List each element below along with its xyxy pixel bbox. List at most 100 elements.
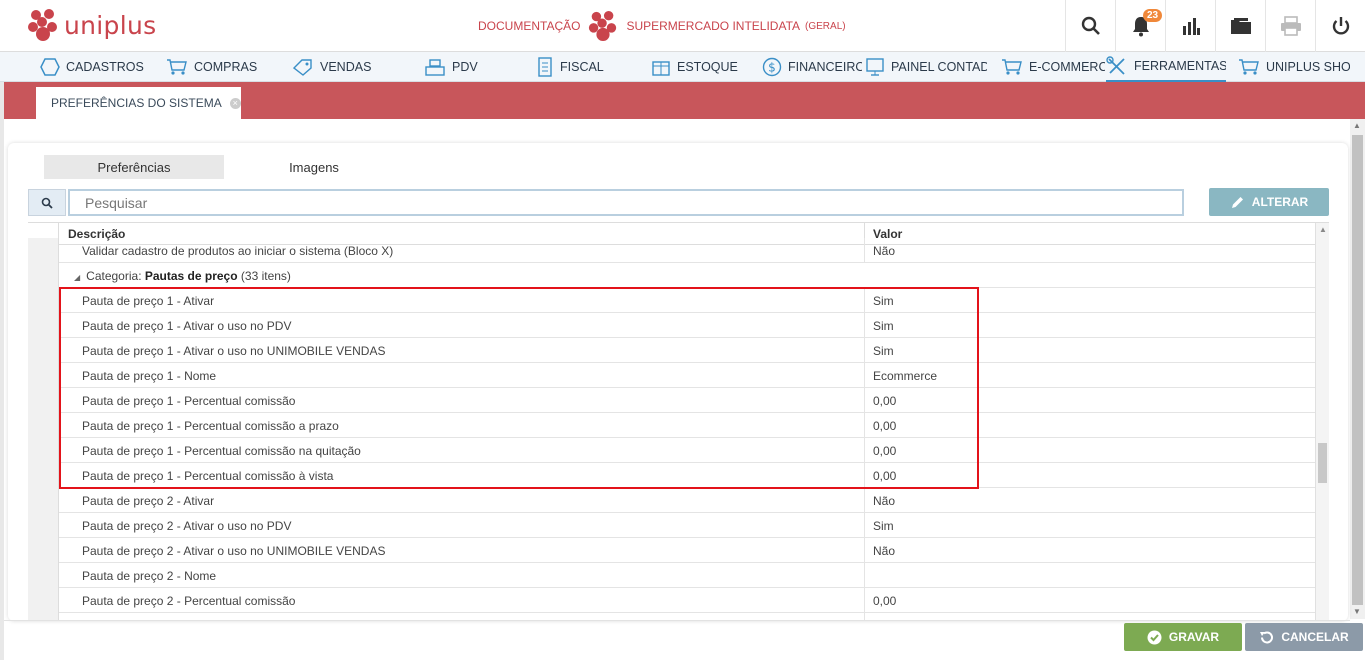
page-scroll-thumb[interactable] — [1352, 135, 1363, 605]
logout-button[interactable] — [1315, 0, 1365, 52]
close-icon[interactable]: × — [229, 97, 241, 109]
grid-scroll-thumb[interactable] — [1318, 443, 1327, 483]
grid-scrollbar[interactable]: ▲ — [1315, 223, 1329, 620]
table-row[interactable]: Pauta de preço 2 - Ativar o uso no UNIMO… — [28, 538, 1315, 563]
row-selector[interactable] — [28, 563, 59, 588]
row-value: Não — [873, 244, 896, 258]
table-row[interactable]: Pauta de preço 1 - Percentual comissão à… — [28, 463, 1315, 488]
nav-financeiro[interactable]: $ FINANCEIRO — [762, 52, 862, 82]
row-selector[interactable] — [28, 413, 59, 438]
row-value: Ecommerce — [873, 369, 938, 383]
row-value: 0,00 — [873, 419, 897, 433]
table-row[interactable]: Validar cadastro de produtos ao iniciar … — [28, 238, 1315, 263]
reports-button[interactable] — [1165, 0, 1215, 52]
subtab-preferencias[interactable]: Preferências — [44, 155, 224, 179]
uniplus-logo[interactable]: uniplus — [28, 8, 156, 42]
nav-label: VENDAS — [320, 60, 372, 74]
row-value: 0,00 — [873, 594, 897, 608]
nav-estoque[interactable]: ESTOQUE — [651, 52, 753, 82]
row-selector[interactable] — [28, 338, 59, 363]
hexagon-icon — [40, 58, 60, 76]
table-row[interactable]: Pauta de preço 2 - Nome — [28, 563, 1315, 588]
row-value: Não — [873, 544, 896, 558]
cart-icon — [167, 59, 187, 75]
table-row[interactable]: Pauta de preço 2 - Ativar o uso no PDV Si… — [28, 513, 1315, 538]
nav-painel-contador[interactable]: PAINEL CONTADOR — [865, 52, 987, 82]
row-selector[interactable] — [28, 513, 59, 538]
row-selector[interactable] — [28, 613, 59, 620]
column-divider — [864, 338, 865, 363]
group-label: ◢ Categoria: Pautas de preço (33 itens) — [74, 269, 291, 283]
row-selector[interactable] — [28, 288, 59, 313]
scroll-up-icon[interactable]: ▲ — [1353, 121, 1361, 130]
print-button[interactable] — [1265, 0, 1315, 52]
company-name[interactable]: SUPERMERCADO INTELIDATA — [626, 19, 800, 33]
row-value: Sim — [873, 344, 894, 358]
table-row[interactable]: Pauta de preço 2 - Percentual comissão 0,… — [28, 588, 1315, 613]
gravar-button[interactable]: GRAVAR — [1124, 623, 1242, 651]
row-selector[interactable] — [28, 388, 59, 413]
files-button[interactable] — [1215, 0, 1265, 52]
table-row[interactable]: Pauta de preço 1 - Ativar o uso no UNIMO… — [28, 338, 1315, 363]
notifications-button[interactable]: 23 — [1115, 0, 1165, 52]
scroll-up-icon[interactable]: ▲ — [1319, 225, 1327, 234]
document-icon — [538, 57, 552, 77]
row-selector[interactable] — [28, 238, 59, 263]
group-name: Pautas de preço — [144, 269, 238, 283]
nav-fiscal[interactable]: FISCAL — [536, 52, 646, 82]
row-value: 0,00 — [873, 444, 897, 458]
table-row[interactable]: Pauta de preço 1 - Percentual comissão a… — [28, 413, 1315, 438]
dollar-icon: $ — [762, 57, 782, 77]
search-button[interactable] — [28, 189, 66, 216]
undo-icon — [1260, 631, 1274, 643]
table-row[interactable]: Pauta de preço 1 - Percentual comissão 0,… — [28, 388, 1315, 413]
table-row[interactable]: Pauta de preço 1 - Ativar o uso no PDV Si… — [28, 313, 1315, 338]
collapse-triangle-icon[interactable]: ◢ — [74, 273, 80, 282]
row-selector[interactable] — [28, 538, 59, 563]
nav-uniplus-shop[interactable]: UNIPLUS SHOP — [1238, 52, 1350, 82]
table-row[interactable]: Pauta de preço 1 - Nome Ecommerce — [28, 363, 1315, 388]
box-icon — [652, 61, 670, 76]
column-divider — [864, 363, 865, 388]
row-description: Pauta de preço 1 - Nome — [82, 369, 217, 383]
row-selector[interactable] — [28, 463, 59, 488]
table-row[interactable] — [28, 613, 1315, 620]
cancelar-button[interactable]: CANCELAR — [1245, 623, 1363, 651]
row-description: Pauta de preço 2 - Ativar o uso no PDV — [82, 519, 292, 533]
search-button[interactable] — [1065, 0, 1115, 52]
row-selector[interactable] — [28, 363, 59, 388]
row-selector[interactable] — [28, 588, 59, 613]
app-header: uniplus DOCUMENTAÇÃO SUPERMERCADO INTELI… — [0, 0, 1365, 52]
nav-vendas[interactable]: VENDAS — [292, 52, 402, 82]
row-selector[interactable] — [28, 488, 59, 513]
alterar-button[interactable]: ALTERAR — [1209, 188, 1329, 216]
subtab-imagens[interactable]: Imagens — [224, 155, 404, 179]
nav-label: CADASTROS — [66, 60, 144, 74]
table-row[interactable]: Pauta de preço 2 - Ativar Não — [28, 488, 1315, 513]
nav-compras[interactable]: COMPRAS — [166, 52, 284, 82]
search-icon — [41, 197, 53, 209]
page-scrollbar[interactable]: ▲ ▼ — [1350, 119, 1365, 619]
monitor-icon — [866, 58, 884, 76]
row-selector[interactable] — [28, 438, 59, 463]
row-value: 0,00 — [873, 394, 897, 408]
table-row[interactable]: Pauta de preço 1 - Ativar Sim — [28, 288, 1315, 313]
tab-preferencias-sistema[interactable]: PREFERÊNCIAS DO SISTEMA × — [36, 87, 241, 119]
nav-label: FERRAMENTAS — [1134, 59, 1226, 73]
search-input[interactable] — [68, 189, 1184, 216]
nav-pdv[interactable]: PDV — [424, 52, 524, 82]
row-selector[interactable] — [28, 313, 59, 338]
table-row[interactable]: Pauta de preço 1 - Percentual comissão n… — [28, 438, 1315, 463]
row-value: Sim — [873, 319, 894, 333]
group-row[interactable]: ◢ Categoria: Pautas de preço (33 itens) — [28, 263, 1315, 288]
nav-ferramentas[interactable]: FERRAMENTAS — [1106, 52, 1226, 82]
nav-label: PDV — [452, 60, 478, 74]
nav-ecommerce[interactable]: E-COMMERCE — [1001, 52, 1105, 82]
row-selector — [28, 263, 59, 288]
doc-label[interactable]: DOCUMENTAÇÃO — [478, 19, 580, 33]
nav-cadastros[interactable]: CADASTROS — [40, 52, 162, 82]
scroll-down-icon[interactable]: ▼ — [1353, 607, 1361, 616]
row-description: Pauta de preço 2 - Nome — [82, 569, 217, 583]
register-icon — [425, 59, 445, 76]
row-description: Pauta de preço 1 - Ativar o uso no PDV — [82, 319, 292, 333]
